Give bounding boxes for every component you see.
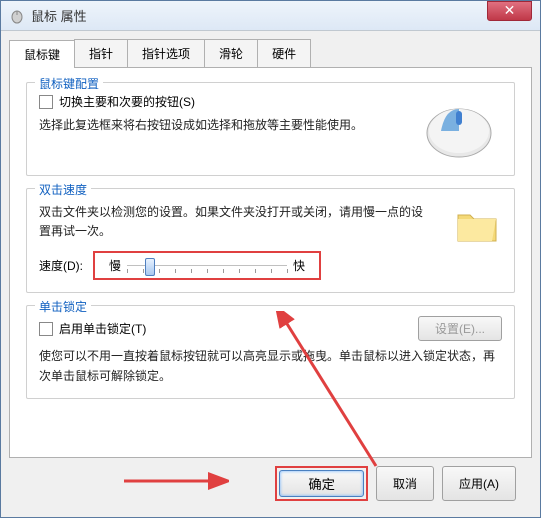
mouse-icon	[9, 8, 25, 24]
titlebar[interactable]: 鼠标 属性 ✕	[1, 1, 540, 31]
cancel-button[interactable]: 取消	[376, 466, 434, 501]
tab-hardware[interactable]: 硬件	[257, 39, 311, 67]
dialog-button-row: 确定 取消 应用(A)	[9, 458, 532, 501]
switch-buttons-checkbox[interactable]	[39, 95, 53, 109]
ok-highlight: 确定	[275, 466, 368, 501]
group-clicklock-title: 单击锁定	[35, 298, 91, 315]
clicklock-desc: 使您可以不用一直按着鼠标按钮就可以高亮显示或拖曳。单击鼠标以进入锁定状态，再次单…	[39, 347, 502, 385]
tab-buttons[interactable]: 鼠标键	[9, 40, 75, 68]
window-title: 鼠标 属性	[31, 6, 487, 25]
dialog-body: 鼠标键 指针 指针选项 滑轮 硬件 鼠标键配置 切换主要和次要的按钮(S) 选择…	[1, 31, 540, 509]
group-button-config: 鼠标键配置 切换主要和次要的按钮(S) 选择此复选框来将右按钮设成如选择和拖放等…	[26, 82, 515, 176]
clicklock-settings-button[interactable]: 设置(E)...	[418, 316, 502, 341]
close-button[interactable]: ✕	[487, 1, 532, 21]
mouse-illustration	[417, 93, 502, 163]
speed-slider[interactable]	[127, 258, 287, 274]
slider-slow-label: 慢	[103, 257, 127, 274]
tab-wheel[interactable]: 滑轮	[204, 39, 258, 67]
tab-pointers[interactable]: 指针	[74, 39, 128, 67]
folder-test-icon[interactable]	[452, 199, 502, 249]
speed-label: 速度(D):	[39, 257, 83, 274]
slider-thumb[interactable]	[145, 258, 155, 276]
group-dblclick-title: 双击速度	[35, 181, 91, 198]
group-double-click: 双击速度 双击文件夹以检测您的设置。如果文件夹没打开或关闭，请用慢一点的设置再试…	[26, 188, 515, 293]
slider-fast-label: 快	[287, 257, 311, 274]
tab-pointer-options[interactable]: 指针选项	[127, 39, 205, 67]
switch-buttons-label: 切换主要和次要的按钮(S)	[59, 93, 195, 110]
mouse-properties-dialog: 鼠标 属性 ✕ 鼠标键 指针 指针选项 滑轮 硬件 鼠标键配置 切换主要和次要的…	[0, 0, 541, 518]
group-button-config-title: 鼠标键配置	[35, 75, 103, 92]
ok-button[interactable]: 确定	[279, 470, 364, 497]
enable-clicklock-label: 启用单击锁定(T)	[59, 320, 146, 337]
switch-buttons-desc: 选择此复选框来将右按钮设成如选择和拖放等主要性能使用。	[39, 116, 409, 135]
group-click-lock: 单击锁定 启用单击锁定(T) 设置(E)... 使您可以不用一直按着鼠标按钮就可…	[26, 305, 515, 398]
enable-clicklock-checkbox[interactable]	[39, 322, 53, 336]
tab-panel-buttons: 鼠标键配置 切换主要和次要的按钮(S) 选择此复选框来将右按钮设成如选择和拖放等…	[9, 68, 532, 458]
slider-highlight: 慢 快	[93, 251, 321, 280]
apply-button[interactable]: 应用(A)	[442, 466, 516, 501]
dblclick-desc: 双击文件夹以检测您的设置。如果文件夹没打开或关闭，请用慢一点的设置再试一次。	[39, 203, 432, 241]
tab-strip: 鼠标键 指针 指针选项 滑轮 硬件	[9, 39, 532, 68]
